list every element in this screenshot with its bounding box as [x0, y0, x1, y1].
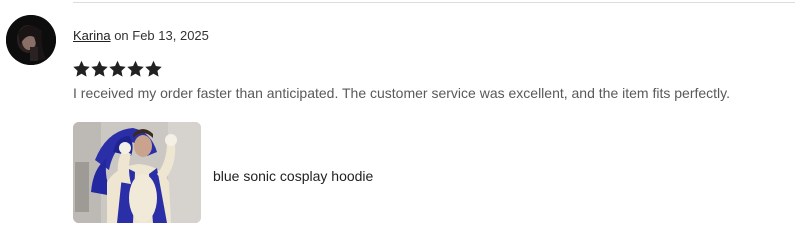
- star-icon: [127, 60, 144, 77]
- star-icon: [109, 60, 126, 77]
- item-title[interactable]: blue sonic cosplay hoodie: [213, 167, 373, 185]
- item-thumbnail-image: [73, 122, 201, 223]
- star-icon: [145, 60, 162, 77]
- avatar-photo: [6, 15, 56, 65]
- date-prefix: on: [110, 28, 133, 43]
- reviewed-item-card[interactable]: blue sonic cosplay hoodie: [73, 122, 573, 224]
- star-icon: [73, 60, 90, 77]
- review-divider: [73, 2, 795, 3]
- reviewer-name-link[interactable]: Karina: [73, 28, 111, 43]
- star-icon: [91, 60, 108, 77]
- star-rating: [73, 60, 162, 80]
- avatar[interactable]: [6, 15, 56, 65]
- review-meta: Karina on Feb 13, 2025: [73, 28, 209, 44]
- review-text: I received my order faster than anticipa…: [73, 85, 731, 101]
- item-thumbnail[interactable]: [73, 122, 201, 223]
- review-date: Feb 13, 2025: [132, 28, 209, 43]
